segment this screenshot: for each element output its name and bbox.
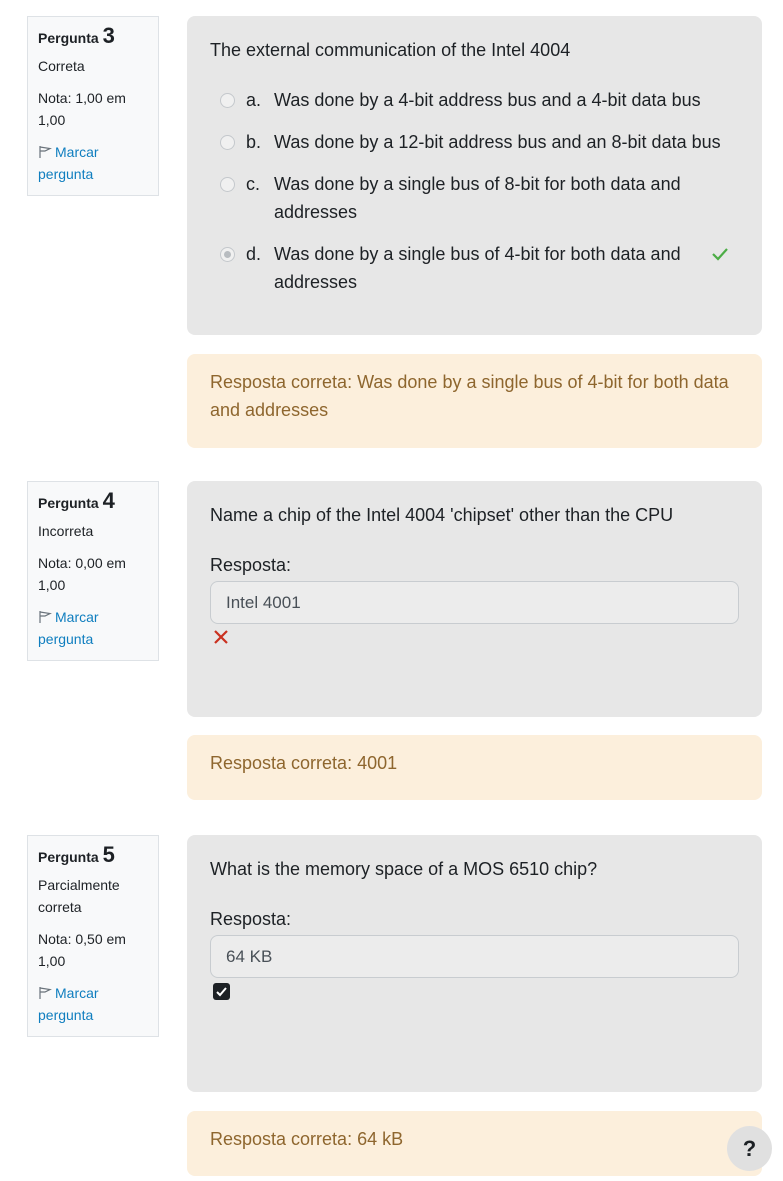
option-letter: a. (246, 90, 262, 110)
question-number: 4 (102, 488, 115, 513)
radio-button[interactable] (220, 93, 235, 108)
answer-option-d[interactable]: d. Was done by a single bus of 4-bit for… (210, 240, 739, 296)
option-text: Was done by a single bus of 4-bit for bo… (274, 244, 681, 292)
question-4-formulation: Name a chip of the Intel 4004 'chipset' … (187, 481, 762, 717)
question-number: 3 (102, 23, 115, 48)
flag-icon (39, 987, 52, 999)
question-5-info: Pergunta 5 Parcialmente correta Nota: 0,… (27, 835, 159, 1037)
option-letter: b. (246, 132, 262, 152)
answer-option-c[interactable]: c. Was done by a single bus of 8-bit for… (210, 170, 739, 226)
flag-question-link[interactable]: Marcar pergunta (38, 982, 148, 1026)
option-text: Was done by a 4-bit address bus and a 4-… (274, 90, 701, 110)
question-grade: Nota: 0,00 em 1,00 (38, 555, 126, 593)
question-4-info: Pergunta 4 Incorreta Nota: 0,00 em 1,00 … (27, 481, 159, 661)
question-title: Pergunta 4 (38, 490, 148, 514)
question-state: Parcialmente correta (38, 877, 120, 915)
flag-icon (39, 611, 52, 623)
answer-input[interactable]: 64 KB (210, 935, 739, 978)
question-grade: Nota: 1,00 em 1,00 (38, 90, 126, 128)
question-5-feedback: Resposta correta: 64 kB (187, 1111, 762, 1176)
question-title: Pergunta 3 (38, 25, 148, 49)
answer-label: Resposta: (210, 909, 292, 929)
question-3-feedback: Resposta correta: Was done by a single b… (187, 354, 762, 448)
quiz-review-page: Pergunta 3 Correta Nota: 1,00 em 1,00 Ma… (0, 0, 783, 1181)
answer-label: Resposta: (210, 555, 292, 575)
option-letter: c. (246, 174, 261, 194)
question-3-info: Pergunta 3 Correta Nota: 1,00 em 1,00 Ma… (27, 16, 159, 196)
question-text: Name a chip of the Intel 4004 'chipset' … (210, 505, 674, 525)
question-label: Pergunta (38, 849, 99, 865)
question-5-formulation: What is the memory space of a MOS 6510 c… (187, 835, 762, 1092)
question-label: Pergunta (38, 495, 99, 511)
question-grade: Nota: 0,50 em 1,00 (38, 931, 126, 969)
radio-button[interactable] (220, 135, 235, 150)
flag-question-link[interactable]: Marcar pergunta (38, 606, 148, 650)
option-text-wrapper: Was done by a single bus of 4-bit for bo… (267, 240, 739, 296)
checkmark-icon (712, 248, 728, 261)
answer-input[interactable]: Intel 4001 (210, 581, 739, 624)
radio-button-selected[interactable] (220, 247, 235, 262)
cross-icon (214, 630, 228, 644)
question-title: Pergunta 5 (38, 844, 148, 868)
question-text: The external communication of the Intel … (210, 40, 571, 60)
flag-question-link[interactable]: Marcar pergunta (38, 141, 148, 185)
question-text: What is the memory space of a MOS 6510 c… (210, 859, 598, 879)
question-4-feedback: Resposta correta: 4001 (187, 735, 762, 800)
question-3-formulation: The external communication of the Intel … (187, 16, 762, 335)
question-number: 5 (102, 842, 115, 867)
question-state: Correta (38, 58, 85, 74)
question-state: Incorreta (38, 523, 94, 539)
option-text: Was done by a single bus of 8-bit for bo… (274, 174, 681, 222)
answer-option-a[interactable]: a. Was done by a 4-bit address bus and a… (210, 86, 739, 114)
checkbox-check-icon (213, 983, 230, 1000)
radio-button[interactable] (220, 177, 235, 192)
option-text: Was done by a 12-bit address bus and an … (274, 132, 721, 152)
question-label: Pergunta (38, 30, 99, 46)
answer-option-b[interactable]: b. Was done by a 12-bit address bus and … (210, 128, 739, 156)
option-letter: d. (246, 244, 262, 264)
help-button[interactable]: ? (727, 1126, 772, 1171)
flag-icon (39, 146, 52, 158)
